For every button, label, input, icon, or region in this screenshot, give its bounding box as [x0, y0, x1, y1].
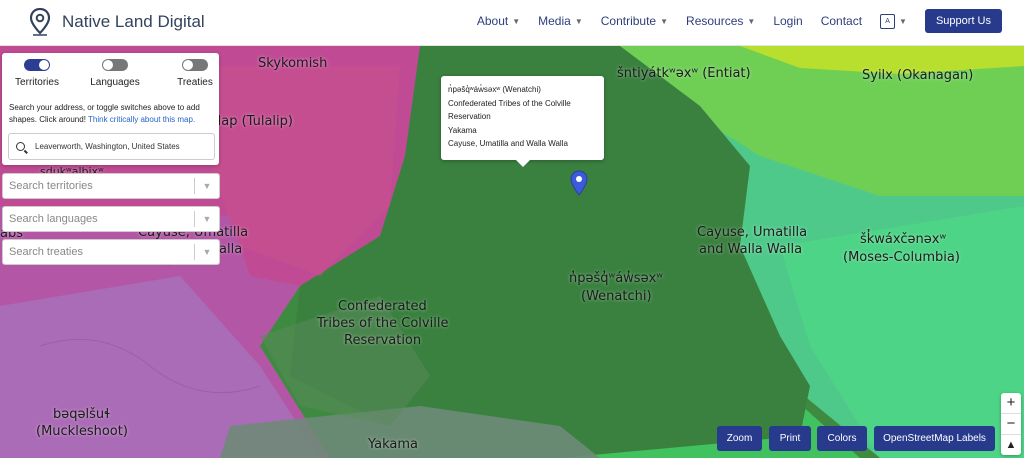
treaties-switch[interactable] [182, 59, 208, 71]
chevron-down-icon: ▼ [747, 16, 756, 26]
search-treaties-select[interactable]: Search treaties ▼ [2, 239, 220, 265]
map-label-wenatchi-2: (Wenatchi) [581, 289, 652, 304]
popup-line[interactable]: Cayuse, Umatilla and Walla Walla [448, 137, 597, 151]
address-search-input[interactable]: Leavenworth, Washington, United States [8, 133, 215, 160]
nav-media[interactable]: Media ▼ [538, 14, 583, 28]
search-languages-placeholder: Search languages [9, 213, 98, 225]
nav-menu: About ▼ Media ▼ Contribute ▼ Resources ▼ Log… [459, 9, 1002, 33]
nav-contribute-label: Contribute [600, 14, 657, 28]
switch-knob [183, 60, 193, 70]
map-label-moses-1: šk̓wáxčənəxʷ [860, 232, 947, 247]
nav-resources[interactable]: Resources ▼ [686, 14, 755, 28]
map-label-cayuse-right-2: and Walla Walla [699, 242, 803, 257]
map-label-tulalip: ilap (Tulalip) [214, 114, 293, 129]
osm-labels-button[interactable]: OpenStreetMap Labels [874, 426, 995, 451]
toggle-languages[interactable]: Languages [80, 59, 150, 88]
map-label-moses-2: (Moses-Columbia) [843, 250, 960, 265]
map-label-cayuse-right-1: Cayuse, Umatilla [697, 225, 808, 240]
search-territories-placeholder: Search territories [9, 180, 93, 192]
popup-line[interactable]: Reservation [448, 110, 597, 124]
nav-contribute[interactable]: Contribute ▼ [601, 14, 668, 28]
layers-panel: Territories Languages Treaties Search yo… [2, 53, 219, 165]
map-label-skykomish: Skykomish [258, 56, 328, 71]
print-button[interactable]: Print [769, 426, 811, 451]
search-territories-select[interactable]: Search territories ▼ [2, 173, 220, 199]
chevron-down-icon: ▼ [574, 16, 583, 26]
translate-icon: A [880, 13, 896, 29]
map-label-colville-1: Confederated [338, 299, 427, 314]
map-zoom-controls: + − ▲ [1001, 393, 1021, 455]
chevron-down-icon: ▼ [512, 16, 521, 26]
popup-line[interactable]: Yakama [448, 124, 597, 138]
map-label-syilx: Syilx (Okanagan) [862, 68, 974, 83]
territories-switch[interactable] [24, 59, 50, 71]
support-us-button[interactable]: Support Us [924, 9, 1002, 33]
think-critically-link[interactable]: Think critically about this map. [88, 115, 195, 124]
nav-about[interactable]: About ▼ [477, 14, 520, 28]
language-selector[interactable]: A ▼ [880, 13, 907, 29]
zoom-in-button[interactable]: + [1001, 393, 1021, 414]
territory-popup: n̓pəšq̓ʷáw̓səxʷ (Wenatchi) Confederated … [441, 76, 604, 167]
address-value: Leavenworth, Washington, United States [35, 142, 180, 151]
toggle-languages-label: Languages [90, 77, 140, 88]
switch-knob [103, 60, 113, 70]
chevron-down-icon: ▼ [660, 16, 669, 26]
nav-resources-label: Resources [686, 14, 744, 28]
toggle-treaties[interactable]: Treaties [160, 59, 230, 88]
toggle-treaties-label: Treaties [177, 77, 213, 88]
zoom-out-button[interactable]: − [1001, 414, 1021, 435]
chevron-down-icon[interactable]: ▼ [195, 214, 219, 224]
nav-login[interactable]: Login [773, 14, 802, 28]
map-label-colville-2: Tribes of the Colville [317, 316, 449, 331]
location-marker-icon[interactable] [570, 170, 588, 196]
nav-media-label: Media [538, 14, 571, 28]
top-navbar: Native Land Digital About ▼ Media ▼ Contri… [0, 0, 1024, 46]
toggle-territories-label: Territories [15, 77, 59, 88]
toggle-territories[interactable]: Territories [2, 59, 72, 88]
map-label-colville-3: Reservation [344, 333, 422, 348]
panel-instructions: Search your address, or toggle switches … [9, 102, 214, 126]
popup-line[interactable]: Confederated Tribes of the Colville [448, 97, 597, 111]
nav-contact[interactable]: Contact [821, 14, 862, 28]
search-treaties-placeholder: Search treaties [9, 246, 83, 258]
nav-contact-label: Contact [820, 14, 863, 28]
chevron-down-icon[interactable]: ▼ [195, 247, 219, 257]
brand[interactable]: Native Land Digital [30, 8, 205, 36]
compass-north-icon[interactable]: ▲ [1001, 435, 1021, 455]
map-label-muckleshoot-2: (Muckleshoot) [36, 424, 128, 439]
app-root: Native Land Digital About ▼ Media ▼ Contri… [0, 0, 1024, 458]
map-label-yakama: Yakama [368, 437, 419, 452]
map-label-entiat: šntiyátkʷəxʷ (Entiat) [617, 66, 751, 81]
map-label-wenatchi-1: n̓pəšq̓ʷáw̓səxʷ [569, 271, 663, 286]
layer-toggles: Territories Languages Treaties [2, 59, 219, 93]
search-icon [16, 142, 25, 151]
nav-login-label: Login [773, 14, 803, 28]
colors-button[interactable]: Colors [817, 426, 867, 451]
popup-line[interactable]: n̓pəšq̓ʷáw̓səxʷ (Wenatchi) [448, 83, 597, 97]
nav-about-label: About [476, 14, 509, 28]
chevron-down-icon: ▼ [899, 16, 907, 26]
brand-title: Native Land Digital [62, 12, 205, 31]
chevron-down-icon[interactable]: ▼ [195, 181, 219, 191]
map-label-muckleshoot-1: bəqəlšuɬ [53, 407, 111, 422]
popup-pointer [516, 160, 530, 167]
search-languages-select[interactable]: Search languages ▼ [2, 206, 220, 232]
languages-switch[interactable] [102, 59, 128, 71]
map-pin-logo-icon [30, 8, 50, 36]
switch-knob [39, 60, 49, 70]
zoom-button[interactable]: Zoom [717, 426, 762, 451]
